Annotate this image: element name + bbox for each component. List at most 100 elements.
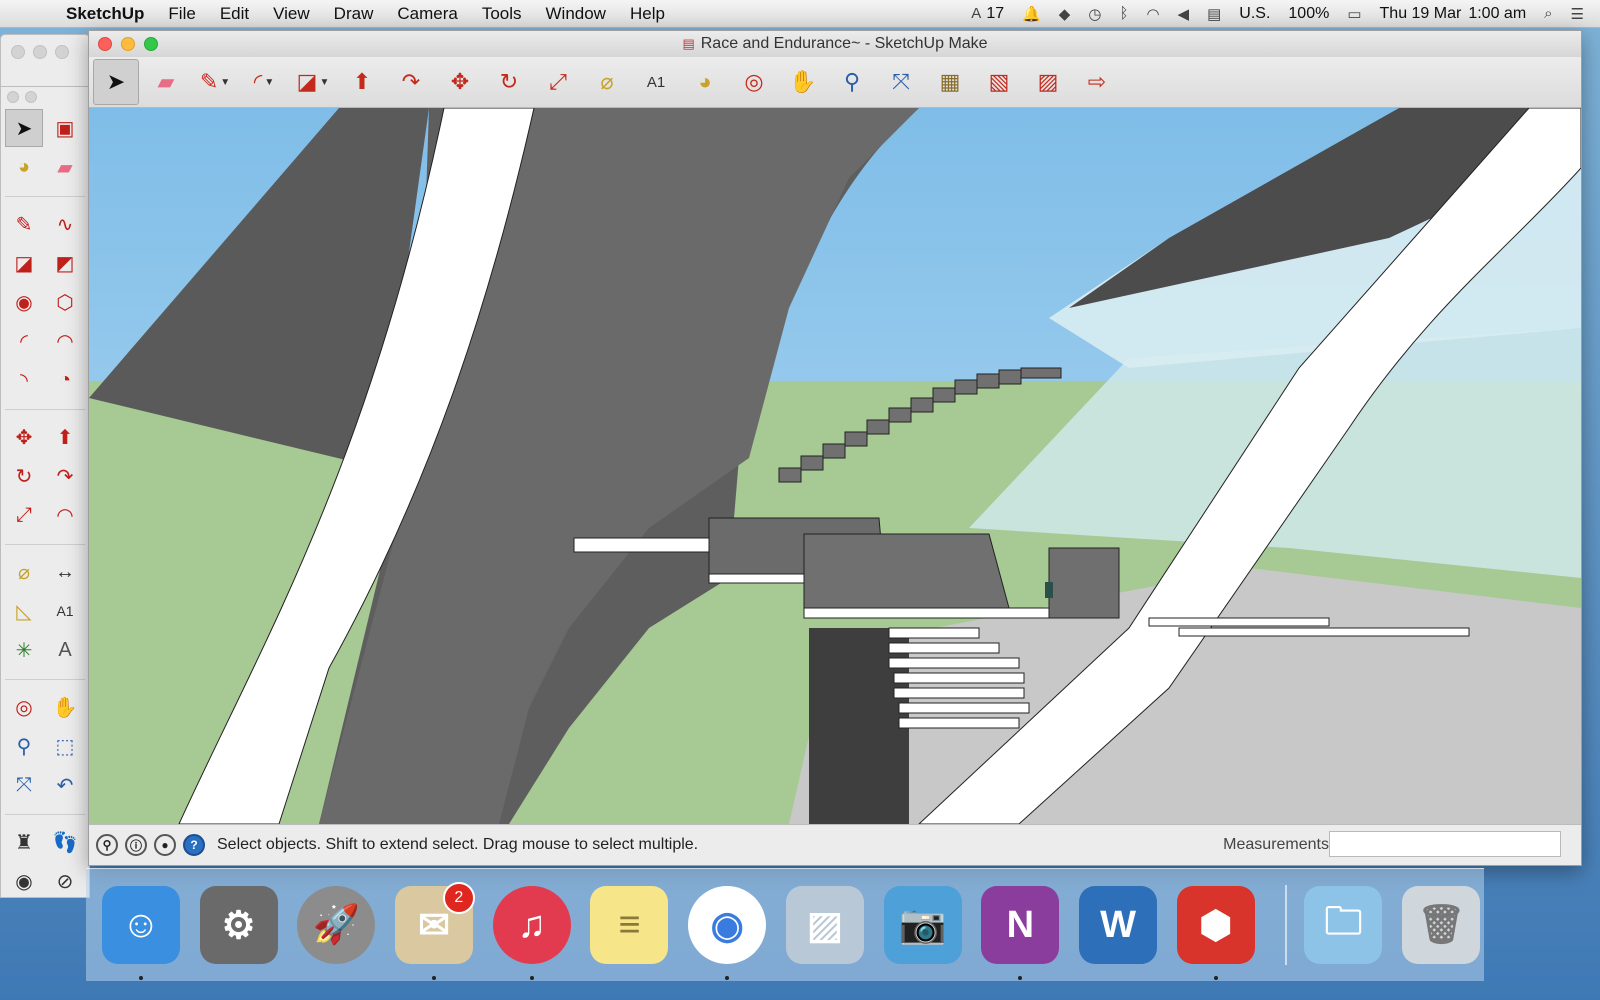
adobe-icon[interactable]: A: [971, 5, 981, 22]
zoom-tool-icon[interactable]: ⚲: [830, 60, 874, 104]
rotate-tool-icon[interactable]: ↻: [487, 60, 531, 104]
dock-itunes[interactable]: ♫: [489, 882, 575, 980]
app-menu[interactable]: SketchUp: [66, 4, 144, 24]
move-icon[interactable]: ✥: [5, 418, 43, 456]
dock-iphoto[interactable]: 📷: [880, 882, 966, 968]
dock-onenote[interactable]: N: [977, 882, 1063, 980]
paint-bucket-icon[interactable]: ◕: [5, 148, 43, 186]
orbit-icon[interactable]: ◎: [5, 688, 43, 726]
dock-preview[interactable]: ▨: [782, 882, 868, 968]
move-tool-icon[interactable]: ✥: [438, 60, 482, 104]
position-camera-icon[interactable]: ♜: [5, 823, 43, 861]
zoom-extents-tool-icon[interactable]: ⤧: [879, 60, 923, 104]
dropbox-icon[interactable]: ◆: [1059, 5, 1071, 23]
layout-send-icon[interactable]: ▨: [1026, 60, 1070, 104]
dock-system-preferences[interactable]: ⚙: [196, 882, 282, 968]
rectangle-icon[interactable]: ◪: [5, 244, 43, 282]
dock-word[interactable]: W: [1075, 882, 1161, 968]
measurements-input[interactable]: [1329, 831, 1561, 857]
user-icon[interactable]: ●: [154, 834, 176, 856]
three-point-arc-icon[interactable]: ◝: [5, 361, 43, 399]
menu-tools[interactable]: Tools: [482, 4, 522, 24]
window-zoom-button[interactable]: [144, 37, 158, 51]
menu-view[interactable]: View: [273, 4, 310, 24]
zoom-icon[interactable]: ⚲: [5, 727, 43, 765]
pan-icon[interactable]: ✋: [46, 688, 84, 726]
orbit-tool-icon[interactable]: ◎: [732, 60, 776, 104]
bluetooth-icon[interactable]: ᛒ: [1119, 5, 1128, 22]
push-pull-icon[interactable]: ⬆: [46, 418, 84, 456]
pie-icon[interactable]: ◔: [46, 361, 84, 399]
dimensions-icon[interactable]: ↔: [46, 553, 84, 591]
clock-date[interactable]: Thu 19 Mar: [1380, 5, 1462, 23]
close-button[interactable]: [11, 45, 25, 59]
arc-icon[interactable]: ◜: [5, 322, 43, 360]
tape-measure-icon[interactable]: ⌀: [5, 553, 43, 591]
volume-icon[interactable]: ◀: [1178, 5, 1190, 23]
flag-icon[interactable]: ▤: [1207, 5, 1221, 23]
window-close-button[interactable]: [98, 37, 112, 51]
wifi-icon[interactable]: ◠: [1146, 5, 1159, 23]
rotate-icon[interactable]: ↻: [5, 457, 43, 495]
pencil-tool-icon[interactable]: ✎ ▼: [193, 60, 237, 104]
previous-view-icon[interactable]: ↶: [46, 766, 84, 804]
zoom-extents-icon[interactable]: ⤧: [5, 766, 43, 804]
rotated-rectangle-icon[interactable]: ◩: [46, 244, 84, 282]
menu-window[interactable]: Window: [546, 4, 606, 24]
arc-tool-icon[interactable]: ◜ ▼: [242, 60, 286, 104]
offset-tool-icon[interactable]: ↷: [389, 60, 433, 104]
two-point-arc-icon[interactable]: ◠: [46, 322, 84, 360]
select-icon[interactable]: ➤: [5, 109, 43, 147]
eraser-tool-icon[interactable]: ▰: [144, 60, 188, 104]
menu-draw[interactable]: Draw: [334, 4, 374, 24]
circle-icon[interactable]: ◉: [5, 283, 43, 321]
dock-finder[interactable]: ☺: [98, 882, 184, 980]
model-viewport[interactable]: [89, 108, 1581, 824]
dock-launchpad[interactable]: 🚀: [293, 882, 379, 968]
zoom-window-icon[interactable]: ⬚: [46, 727, 84, 765]
push-pull-tool-icon[interactable]: ⬆: [340, 60, 384, 104]
dock-sketchup[interactable]: ⬢: [1173, 882, 1259, 980]
follow-me-icon[interactable]: ↷: [46, 457, 84, 495]
menu-edit[interactable]: Edit: [220, 4, 249, 24]
eraser-icon[interactable]: ▰: [46, 148, 84, 186]
3d-warehouse-icon[interactable]: ▦: [928, 60, 972, 104]
credits-icon[interactable]: ⓘ: [125, 834, 147, 856]
time-machine-icon[interactable]: ◷: [1088, 5, 1101, 23]
freehand-icon[interactable]: ∿: [46, 205, 84, 243]
line-icon[interactable]: ✎: [5, 205, 43, 243]
menu-file[interactable]: File: [168, 4, 195, 24]
paint-bucket-tool-icon[interactable]: ◕: [683, 60, 727, 104]
polygon-icon[interactable]: ⬡: [46, 283, 84, 321]
protractor-icon[interactable]: ◺: [5, 592, 43, 630]
geolocation-icon[interactable]: ⚲: [96, 834, 118, 856]
palette-minimize-button[interactable]: [25, 91, 37, 103]
dock-documents[interactable]: 🗀: [1301, 882, 1387, 968]
minimize-button[interactable]: [33, 45, 47, 59]
window-minimize-button[interactable]: [121, 37, 135, 51]
menu-camera[interactable]: Camera: [397, 4, 457, 24]
spotlight-icon[interactable]: ⌕: [1544, 5, 1552, 22]
help-icon[interactable]: ?: [183, 834, 205, 856]
walk-icon[interactable]: 👣: [46, 823, 84, 861]
select-tool-icon[interactable]: ➤: [93, 59, 139, 105]
pan-tool-icon[interactable]: ✋: [781, 60, 825, 104]
clock-time[interactable]: 1:00 am: [1468, 5, 1526, 23]
dock-notes[interactable]: ≡: [587, 882, 673, 968]
share-model-icon[interactable]: ⇨: [1075, 60, 1119, 104]
tape-measure-tool-icon[interactable]: ⌀: [585, 60, 629, 104]
battery-icon[interactable]: ▭: [1347, 5, 1361, 23]
text-icon[interactable]: A1: [46, 592, 84, 630]
dock-chrome[interactable]: ◉: [684, 882, 770, 980]
text-tool-icon[interactable]: A1: [634, 60, 678, 104]
input-source[interactable]: U.S.: [1239, 5, 1270, 23]
axes-icon[interactable]: ✳: [5, 631, 43, 669]
menu-help[interactable]: Help: [630, 4, 665, 24]
3d-text-icon[interactable]: A: [46, 631, 84, 669]
scale-icon[interactable]: ⤢: [5, 496, 43, 534]
section-plane-icon[interactable]: ⊘: [46, 862, 84, 900]
notification-icon[interactable]: 🔔: [1022, 5, 1041, 23]
zoom-button[interactable]: [55, 45, 69, 59]
look-around-icon[interactable]: ◉: [5, 862, 43, 900]
component-icon[interactable]: ▣: [46, 109, 84, 147]
